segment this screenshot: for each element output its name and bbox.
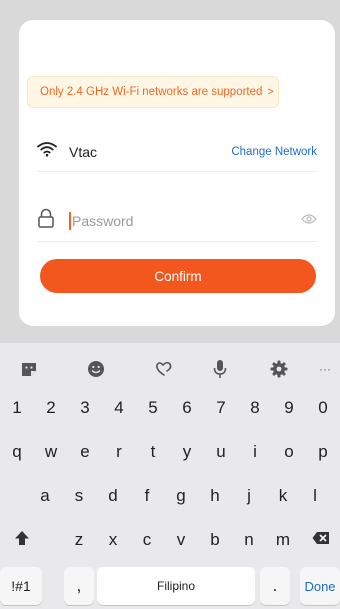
- comma-key[interactable]: ,: [64, 567, 94, 605]
- key-w[interactable]: w: [34, 433, 68, 471]
- key-7[interactable]: 7: [204, 389, 238, 427]
- notice-text: Only 2.4 GHz Wi-Fi networks are supporte…: [40, 86, 263, 98]
- network-row: Vtac Change Network: [37, 132, 317, 172]
- emoji-icon[interactable]: [86, 359, 106, 379]
- done-key[interactable]: Done: [300, 567, 340, 605]
- key-u[interactable]: u: [204, 433, 238, 471]
- space-key[interactable]: Filipino: [97, 567, 255, 605]
- shift-icon: [14, 530, 30, 551]
- key-3[interactable]: 3: [68, 389, 102, 427]
- symbols-key[interactable]: !#1: [0, 567, 42, 605]
- key-n[interactable]: n: [232, 521, 266, 559]
- wifi-card: Only 2.4 GHz Wi-Fi networks are supporte…: [19, 20, 335, 326]
- sticker-icon[interactable]: [19, 359, 39, 379]
- key-6[interactable]: 6: [170, 389, 204, 427]
- key-x[interactable]: x: [96, 521, 130, 559]
- wifi-icon: [37, 141, 57, 162]
- key-c[interactable]: c: [130, 521, 164, 559]
- letter-row-2: a s d f g h j k l: [0, 477, 340, 515]
- key-j[interactable]: j: [232, 477, 266, 515]
- key-k[interactable]: k: [266, 477, 300, 515]
- password-input[interactable]: [72, 212, 262, 229]
- letter-row-3: z x c v b n m: [0, 521, 340, 559]
- backspace-icon: [312, 530, 330, 550]
- key-1[interactable]: 1: [0, 389, 34, 427]
- text-cursor: [69, 211, 71, 230]
- key-8[interactable]: 8: [238, 389, 272, 427]
- key-y[interactable]: y: [170, 433, 204, 471]
- letter-row-1: q w e r t y u i o p: [0, 433, 340, 471]
- key-5[interactable]: 5: [136, 389, 170, 427]
- key-r[interactable]: r: [102, 433, 136, 471]
- lock-icon: [37, 208, 55, 233]
- key-s[interactable]: s: [62, 477, 96, 515]
- gear-icon[interactable]: [269, 359, 289, 379]
- key-v[interactable]: v: [164, 521, 198, 559]
- confirm-button[interactable]: Confirm: [40, 259, 316, 293]
- period-key[interactable]: .: [260, 567, 290, 605]
- key-2[interactable]: 2: [34, 389, 68, 427]
- keyboard-toolbar: ···: [0, 353, 340, 383]
- key-d[interactable]: d: [96, 477, 130, 515]
- number-row: 1 2 3 4 5 6 7 8 9 0: [0, 389, 340, 427]
- heart-doodle-icon[interactable]: [154, 359, 174, 379]
- backspace-key[interactable]: [302, 521, 340, 559]
- more-icon[interactable]: ···: [314, 359, 336, 379]
- keyboard: ··· 1 2 3 4 5 6 7 8 9 0 q w e r t y u i …: [0, 343, 340, 609]
- network-ssid: Vtac: [69, 143, 98, 160]
- key-9[interactable]: 9: [272, 389, 306, 427]
- bottom-row: !#1 , Filipino . Done: [0, 567, 340, 605]
- key-b[interactable]: b: [198, 521, 232, 559]
- key-p[interactable]: p: [306, 433, 340, 471]
- microphone-icon[interactable]: [210, 359, 230, 379]
- key-l[interactable]: l: [298, 477, 332, 515]
- wifi-notice[interactable]: Only 2.4 GHz Wi-Fi networks are supporte…: [27, 76, 279, 108]
- key-i[interactable]: i: [238, 433, 272, 471]
- eye-icon[interactable]: [301, 212, 317, 230]
- key-q[interactable]: q: [0, 433, 34, 471]
- password-row: [37, 200, 317, 242]
- key-h[interactable]: h: [198, 477, 232, 515]
- key-a[interactable]: a: [28, 477, 62, 515]
- change-network-link[interactable]: Change Network: [231, 146, 317, 158]
- key-t[interactable]: t: [136, 433, 170, 471]
- key-o[interactable]: o: [272, 433, 306, 471]
- key-0[interactable]: 0: [306, 389, 340, 427]
- key-f[interactable]: f: [130, 477, 164, 515]
- key-z[interactable]: z: [62, 521, 96, 559]
- shift-key[interactable]: [0, 521, 44, 559]
- key-e[interactable]: e: [68, 433, 102, 471]
- key-4[interactable]: 4: [102, 389, 136, 427]
- key-m[interactable]: m: [266, 521, 300, 559]
- chevron-right-icon: >: [267, 86, 274, 98]
- key-g[interactable]: g: [164, 477, 198, 515]
